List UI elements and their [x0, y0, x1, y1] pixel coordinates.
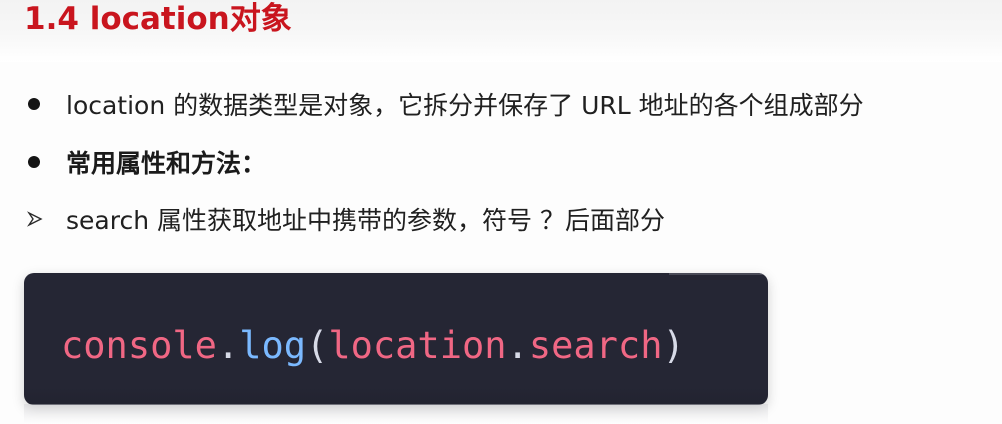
code-token-dot: .	[506, 324, 529, 367]
code-token-open-paren: (	[306, 324, 329, 367]
sub-bullet-search-property: search 属性获取地址中携带的参数，符号 ？后面部分	[26, 202, 1002, 236]
bullet-dot-icon	[28, 156, 40, 168]
code-token-log: log	[239, 324, 307, 367]
code-token-search: search	[528, 324, 663, 367]
lesson-slide: 1.4 location对象 location 的数据类型是对象，它拆分并保存了…	[0, 0, 1002, 424]
code-block-shadow	[24, 404, 768, 424]
code-token-close-paren: )	[662, 324, 685, 367]
bullet-item-location-description: location 的数据类型是对象，它拆分并保存了 URL 地址的各个组成部分	[26, 87, 1002, 121]
code-example: console.log(location.search)	[24, 273, 768, 405]
code-token-location: location	[328, 324, 507, 367]
code-token-dot: .	[216, 324, 240, 367]
sub-bullet-text-search-property: search 属性获取地址中携带的参数，符号 ？后面部分	[66, 206, 665, 235]
bullet-arrow-icon	[26, 210, 44, 228]
code-token-console: console	[61, 324, 217, 367]
bullet-dot-icon	[28, 98, 40, 110]
code-line-console-log-location-search: console.log(location.search)	[61, 322, 685, 370]
bullet-text-location-description: location 的数据类型是对象，它拆分并保存了 URL 地址的各个组成部分	[66, 91, 864, 120]
bullet-text-common-properties: 常用属性和方法：	[66, 149, 267, 178]
code-block-top-rule	[669, 273, 768, 275]
bullet-item-common-properties: 常用属性和方法：	[26, 145, 1002, 179]
